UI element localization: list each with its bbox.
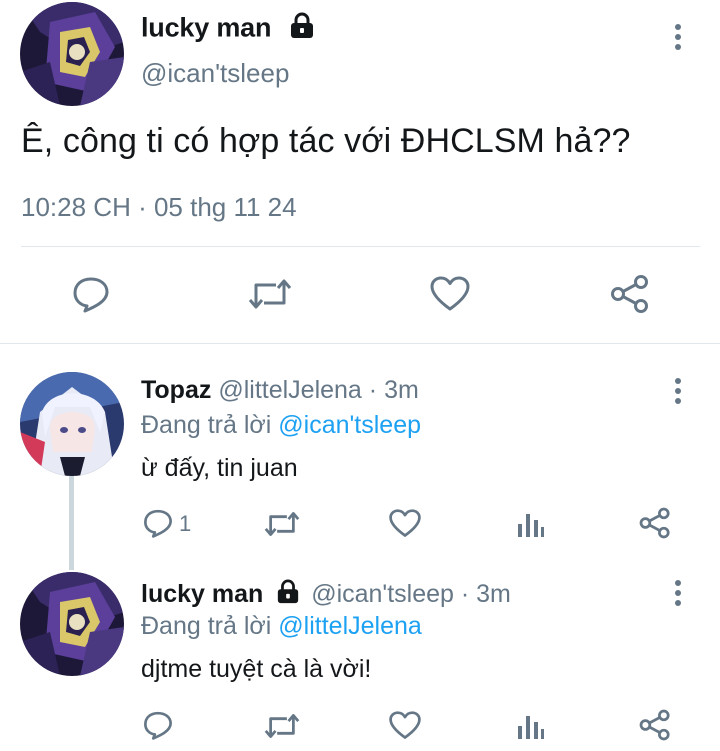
like-icon[interactable]: [389, 509, 421, 538]
share-icon[interactable]: [639, 709, 671, 741]
reply-text: djtme tuyệt cà là vời!: [141, 655, 372, 683]
lock-icon: [276, 579, 300, 612]
reply-icon[interactable]: [143, 710, 173, 740]
share-icon[interactable]: [639, 507, 671, 539]
separator: ·: [368, 376, 378, 404]
retweet-icon[interactable]: [248, 278, 292, 310]
display-name[interactable]: Topaz: [141, 376, 211, 404]
display-name-text[interactable]: lucky man: [141, 13, 271, 43]
handle[interactable]: @ican'tsleep: [141, 58, 289, 89]
reply-text: ừ đấy, tin juan: [141, 454, 298, 482]
tweet-text: Ê, công ti có hợp tác với ĐHCLSM hả??: [21, 122, 631, 160]
thread-line: [69, 474, 74, 570]
reply-icon[interactable]: [72, 275, 110, 313]
more-options-icon[interactable]: [674, 580, 682, 610]
share-icon[interactable]: [610, 274, 650, 314]
retweet-icon[interactable]: [264, 713, 300, 739]
more-options-icon[interactable]: [674, 24, 682, 54]
reply-icon[interactable]: [143, 508, 173, 538]
more-options-icon[interactable]: [674, 378, 682, 408]
replying-to: Đang trả lời @littelJelena: [141, 612, 422, 641]
divider: [0, 343, 720, 344]
reply-header: lucky man @ican'tsleep · 3m: [141, 579, 511, 612]
like-icon[interactable]: [430, 276, 470, 312]
avatar[interactable]: [20, 2, 124, 106]
replying-to: Đang trả lời @ican'tsleep: [141, 411, 421, 440]
replying-prefix: Đang trả lời: [141, 411, 272, 439]
separator: ·: [460, 580, 470, 609]
handle[interactable]: @littelJelena: [218, 376, 362, 404]
reply-age[interactable]: 3m: [476, 580, 511, 608]
display-name[interactable]: lucky man: [141, 580, 263, 608]
reply-age[interactable]: 3m: [384, 376, 419, 404]
like-icon[interactable]: [389, 711, 421, 740]
display-name[interactable]: lucky man: [141, 12, 315, 47]
replying-prefix: Đang trả lời: [141, 612, 272, 640]
tweet-timestamp[interactable]: 10:28 CH · 05 thg 11 24: [21, 192, 297, 223]
mention-link[interactable]: @littelJelena: [278, 612, 422, 640]
lock-icon: [289, 12, 315, 47]
reply-header: Topaz @littelJelena · 3m: [141, 376, 419, 405]
analytics-icon[interactable]: [517, 510, 545, 538]
reply-count: 1: [179, 511, 192, 536]
avatar[interactable]: [20, 372, 124, 476]
avatar[interactable]: [20, 572, 124, 676]
handle[interactable]: @ican'tsleep: [311, 580, 454, 608]
divider: [21, 246, 700, 247]
mention-link[interactable]: @ican'tsleep: [278, 411, 421, 439]
analytics-icon[interactable]: [517, 712, 545, 740]
retweet-icon[interactable]: [264, 511, 300, 537]
